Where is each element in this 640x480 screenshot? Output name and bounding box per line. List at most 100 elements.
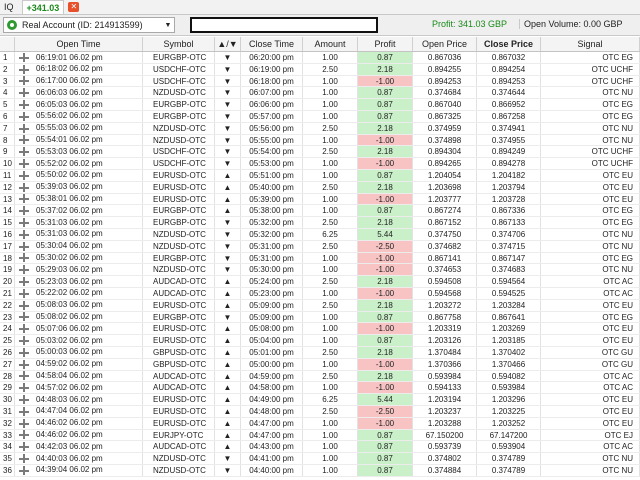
table-row[interactable]: 4 06:06:03 06.02 pm NZDUSD-OTC ▼ 06:07:00 pm… (0, 87, 640, 100)
expand-plus-icon[interactable] (19, 52, 29, 62)
account-select[interactable]: Real Account (ID: 214913599) ▼ (3, 17, 175, 33)
expand-plus-icon[interactable] (19, 194, 29, 204)
row-index: 6 (0, 110, 15, 122)
table-row[interactable]: 21 05:22:02 06.02 pm AUDCAD-OTC ▲ 05:23:00 p… (0, 287, 640, 300)
expand-plus-icon[interactable] (19, 123, 29, 133)
expand-plus-icon[interactable] (19, 406, 29, 416)
expand-plus-icon[interactable] (19, 288, 29, 298)
symbol-cell: AUDCAD-OTC (143, 276, 215, 287)
col-profit-header[interactable]: Profit (358, 37, 413, 51)
expand-plus-icon[interactable] (19, 135, 29, 145)
row-index: 1 (0, 52, 15, 63)
col-close-time-header[interactable]: Close Time (241, 37, 303, 51)
col-open-price-header[interactable]: Open Price (413, 37, 477, 51)
table-row[interactable]: 7 05:55:03 06.02 pm NZDUSD-OTC ▼ 05:56:00 pm… (0, 122, 640, 135)
open-price-cell: 0.894265 (413, 158, 477, 169)
expand-plus-icon[interactable] (19, 147, 29, 157)
table-row[interactable]: 9 05:53:03 06.02 pm USDCHF-OTC ▼ 05:54:00 pm… (0, 146, 640, 159)
expand-plus-icon[interactable] (19, 241, 29, 251)
expand-plus-icon[interactable] (19, 218, 29, 228)
table-row[interactable]: 10 05:52:02 06.02 pm USDCHF-OTC ▼ 05:53:00 p… (0, 158, 640, 170)
table-row[interactable]: 15 05:31:03 06.02 pm EURGBP-OTC ▼ 05:32:00 p… (0, 217, 640, 229)
table-row[interactable]: 33 04:46:02 06.02 pm EURJPY-OTC ▲ 04:47:00 p… (0, 429, 640, 442)
table-row[interactable]: 14 05:37:02 06.02 pm EURGBP-OTC ▲ 05:38:00 p… (0, 205, 640, 218)
tab-iq[interactable]: IQ (0, 0, 18, 14)
close-icon[interactable]: ✕ (68, 2, 80, 12)
expand-plus-icon[interactable] (19, 182, 29, 192)
open-time-text: 06:06:03 06.02 pm (36, 87, 103, 97)
table-row[interactable]: 1 06:19:01 06.02 pm EURGBP-OTC ▼ 06:20:00 pm… (0, 52, 640, 64)
col-index-header[interactable] (0, 37, 15, 51)
expand-plus-icon[interactable] (19, 453, 29, 463)
expand-plus-icon[interactable] (19, 111, 29, 121)
expand-plus-icon[interactable] (19, 64, 29, 74)
table-row[interactable]: 32 04:46:02 06.02 pm EURUSD-OTC ▲ 04:47:00 p… (0, 417, 640, 430)
tab-profit[interactable]: +341.03 (21, 0, 65, 14)
table-row[interactable]: 27 04:59:02 06.02 pm GBPUSD-OTC ▲ 05:00:00 p… (0, 358, 640, 371)
col-direction-header[interactable]: ▲/▼ (215, 37, 241, 51)
expand-plus-icon[interactable] (19, 229, 29, 239)
table-row[interactable]: 31 04:47:04 06.02 pm EURUSD-OTC ▲ 04:48:00 p… (0, 405, 640, 418)
expand-plus-icon[interactable] (19, 76, 29, 86)
table-row[interactable]: 35 04:40:03 06.02 pm NZDUSD-OTC ▼ 04:41:00 p… (0, 453, 640, 465)
table-row[interactable]: 16 05:31:03 06.02 pm NZDUSD-OTC ▼ 05:32:00 p… (0, 228, 640, 241)
table-row[interactable]: 19 05:29:03 06.02 pm NZDUSD-OTC ▼ 05:30:00 p… (0, 264, 640, 277)
expand-plus-icon[interactable] (19, 253, 29, 263)
table-row[interactable]: 30 04:48:03 06.02 pm EURUSD-OTC ▲ 04:49:00 p… (0, 394, 640, 406)
table-row[interactable]: 24 05:07:06 06.02 pm EURUSD-OTC ▲ 05:08:00 p… (0, 323, 640, 336)
expand-plus-icon[interactable] (19, 347, 29, 357)
expand-plus-icon[interactable] (19, 324, 29, 334)
col-amount-header[interactable]: Amount (303, 37, 358, 51)
expand-plus-icon[interactable] (19, 383, 29, 393)
table-row[interactable]: 29 04:57:02 06.02 pm AUDCAD-OTC ▲ 04:58:00 p… (0, 382, 640, 395)
col-close-price-header[interactable]: Close Price (477, 37, 541, 51)
expand-plus-icon[interactable] (19, 206, 29, 216)
table-row[interactable]: 23 05:08:02 06.02 pm EURGBP-OTC ▼ 05:09:00 p… (0, 311, 640, 324)
expand-plus-icon[interactable] (19, 336, 29, 346)
expand-plus-icon[interactable] (19, 359, 29, 369)
table-row[interactable]: 11 05:50:02 06.02 pm EURUSD-OTC ▲ 05:51:00 p… (0, 169, 640, 182)
table-row[interactable]: 25 05:03:02 06.02 pm EURUSD-OTC ▲ 05:04:00 p… (0, 335, 640, 347)
profit-cell: 5.44 (358, 228, 413, 240)
table-row[interactable]: 36 04:39:04 06.02 pm NZDUSD-OTC ▼ 04:40:00 p… (0, 464, 640, 477)
chevron-down-icon[interactable]: ▼ (162, 22, 174, 29)
expand-plus-icon[interactable] (19, 277, 29, 287)
table-row[interactable]: 6 05:56:02 06.02 pm EURGBP-OTC ▼ 05:57:00 pm… (0, 110, 640, 123)
col-open-time-header[interactable]: Open Time (15, 37, 143, 51)
signal-cell: OTC AC (541, 441, 640, 453)
expand-plus-icon[interactable] (19, 300, 29, 310)
table-row[interactable]: 22 05:08:03 06.02 pm EURUSD-OTC ▲ 05:09:00 p… (0, 299, 640, 312)
symbol-cell: EURGBP-OTC (143, 99, 215, 110)
profit-cell: -2.50 (358, 240, 413, 252)
table-row[interactable]: 20 05:23:03 06.02 pm AUDCAD-OTC ▲ 05:24:00 p… (0, 276, 640, 288)
expand-plus-icon[interactable] (19, 88, 29, 98)
signal-cell: OTC EU (541, 405, 640, 417)
expand-plus-icon[interactable] (19, 418, 29, 428)
expand-plus-icon[interactable] (19, 442, 29, 452)
table-row[interactable]: 28 04:58:04 06.02 pm AUDCAD-OTC ▲ 04:59:00 p… (0, 370, 640, 383)
table-row[interactable]: 34 04:42:03 06.02 pm AUDCAD-OTC ▲ 04:43:00 p… (0, 441, 640, 454)
expand-plus-icon[interactable] (19, 159, 29, 169)
table-row[interactable]: 12 05:39:03 06.02 pm EURUSD-OTC ▲ 05:40:00 p… (0, 181, 640, 194)
table-row[interactable]: 2 06:18:02 06.02 pm USDCHF-OTC ▼ 06:19:00 pm… (0, 63, 640, 76)
expand-plus-icon[interactable] (19, 395, 29, 404)
table-row[interactable]: 18 05:30:02 06.02 pm EURGBP-OTC ▼ 05:31:00 p… (0, 252, 640, 265)
expand-plus-icon[interactable] (19, 371, 29, 381)
table-row[interactable]: 8 05:54:01 06.02 pm NZDUSD-OTC ▼ 05:55:00 pm… (0, 134, 640, 147)
expand-plus-icon[interactable] (19, 312, 29, 322)
col-signal-header[interactable]: Signal (541, 37, 640, 51)
expand-plus-icon[interactable] (19, 100, 29, 110)
expand-plus-icon[interactable] (19, 170, 29, 180)
table-row[interactable]: 13 05:38:01 06.02 pm EURUSD-OTC ▲ 05:39:00 p… (0, 193, 640, 206)
table-row[interactable]: 17 05:30:04 06.02 pm NZDUSD-OTC ▼ 05:31:00 p… (0, 240, 640, 253)
open-time-text: 04:42:03 06.02 pm (36, 441, 103, 451)
signal-cell: OTC EJ (541, 429, 640, 441)
expand-plus-icon[interactable] (19, 430, 29, 440)
col-symbol-header[interactable]: Symbol (143, 37, 215, 51)
table-row[interactable]: 5 06:05:03 06.02 pm EURGBP-OTC ▼ 06:06:00 pm… (0, 99, 640, 111)
table-row[interactable]: 3 06:17:00 06.02 pm USDCHF-OTC ▼ 06:18:00 pm… (0, 75, 640, 88)
expand-plus-icon[interactable] (19, 265, 29, 275)
open-price-cell: 0.894253 (413, 75, 477, 87)
table-row[interactable]: 26 05:00:03 06.02 pm GBPUSD-OTC ▲ 05:01:00 p… (0, 346, 640, 359)
expand-plus-icon[interactable] (19, 465, 29, 475)
